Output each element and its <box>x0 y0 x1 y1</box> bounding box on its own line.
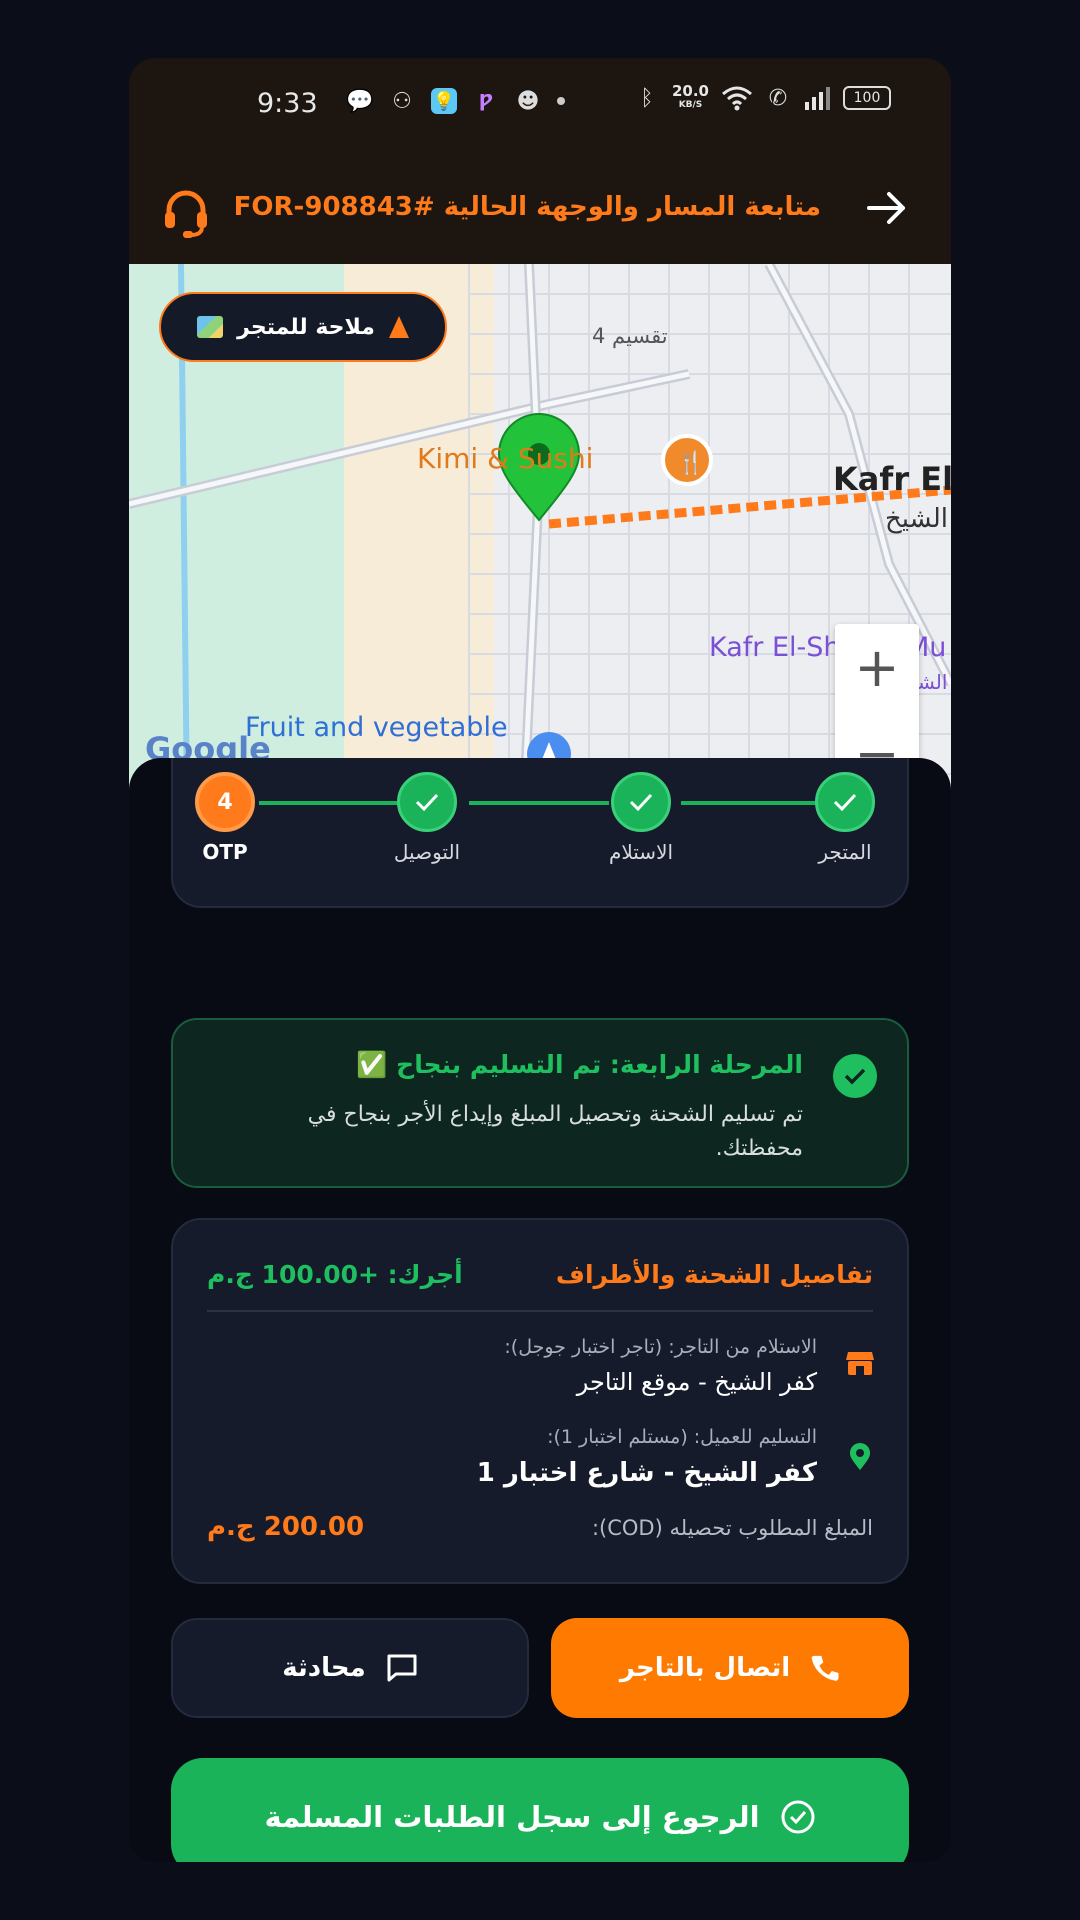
system-icons: ᛒ 20.0 KB/S ✆ 100 <box>634 84 891 112</box>
city-label-ar: الشيخ <box>885 504 948 534</box>
signal-icon <box>805 87 830 110</box>
battery-icon: 100 <box>843 86 891 110</box>
check-circle-outline-icon <box>781 1800 815 1834</box>
map-icon <box>197 316 224 338</box>
bluetooth-icon: ᛒ <box>640 85 654 111</box>
back-button-label: الرجوع إلى سجل الطلبات المسلمة <box>264 1800 760 1834</box>
network-speed: 20.0 KB/S <box>671 82 709 111</box>
pickup-label: الاستلام من التاجر: (تاجر اختبار جوجل): <box>504 1336 817 1358</box>
divider <box>207 1310 873 1312</box>
app-icon: Ƿ <box>478 90 494 112</box>
cod-amount: 200.00 ج.م <box>207 1512 365 1542</box>
success-message: تم تسليم الشحنة وتحصيل المبلغ وإيداع الأ… <box>307 1102 803 1161</box>
step-otp: 4 OTP <box>185 772 265 864</box>
headset-icon[interactable] <box>163 188 209 238</box>
check-icon <box>397 772 457 832</box>
location-pin-icon <box>850 1443 870 1470</box>
arrow-right-icon[interactable] <box>867 190 907 226</box>
phone-screen: 9:33 💬 ⚇ 💡 Ƿ ☻ ᛒ 20.0 KB/S ✆ 100 متابعة ا… <box>129 58 951 1862</box>
step-store: المتجر <box>785 772 905 864</box>
call-button-label: اتصال بالتاجر <box>619 1653 791 1683</box>
chat-bubble-icon: 💬 <box>346 88 374 114</box>
step-pickup: الاستلام <box>581 772 701 864</box>
page-title: متابعة المسار والوجهة الحالية #FOR-90884… <box>233 192 821 222</box>
navigation-arrow-icon <box>388 316 409 338</box>
success-title: المرحلة الرابعة: تم التسليم بنجاح ✅ <box>356 1050 803 1079</box>
chat-button[interactable]: محادثة <box>171 1618 529 1718</box>
face-icon: ☻ <box>516 88 540 114</box>
chat-button-label: محادثة <box>282 1653 366 1683</box>
details-title: تفاصيل الشحنة والأطراف <box>555 1260 873 1289</box>
network-icon: ⚇ <box>392 88 412 114</box>
dropoff-label: التسليم للعميل: (مستلم اختبار 1): <box>547 1426 817 1448</box>
city-label: Kafr El- <box>833 460 951 498</box>
pickup-address: كفر الشيخ - موقع التاجر <box>576 1368 817 1396</box>
svg-text:🍴: 🍴 <box>677 450 704 476</box>
app-bar: متابعة المسار والوجهة الحالية #FOR-90884… <box>129 150 951 264</box>
shipment-details-card: تفاصيل الشحنة والأطراف أجرك: +100.00 ج.م… <box>171 1218 909 1584</box>
back-to-delivered-orders-button[interactable]: الرجوع إلى سجل الطلبات المسلمة <box>171 1758 909 1862</box>
step-delivery: التوصيل <box>367 772 487 864</box>
notification-icons: 💬 ⚇ 💡 Ƿ ☻ <box>346 88 565 114</box>
wifi-icon <box>722 86 752 111</box>
phone-icon <box>811 1655 839 1681</box>
map-view[interactable]: 🍴 تقسيم 4 Kimi & Sushi Kafr El- الشيخ Ka… <box>129 264 951 804</box>
navigate-button-label: ملاحة للمتجر <box>237 314 375 340</box>
district-label: تقسيم 4 <box>592 324 668 348</box>
navigate-to-store-button[interactable]: ملاحة للمتجر <box>159 292 447 362</box>
status-bar: 9:33 💬 ⚇ 💡 Ƿ ☻ ᛒ 20.0 KB/S ✆ 100 <box>129 58 951 150</box>
earning-amount: أجرك: +100.00 ج.م <box>207 1260 463 1289</box>
bulb-app-icon: 💡 <box>431 88 457 114</box>
chat-icon <box>387 1654 417 1682</box>
cod-label: المبلغ المطلوب تحصيله (COD): <box>591 1516 873 1540</box>
store-icon <box>846 1352 874 1375</box>
market-label[interactable]: Fruit and vegetable <box>245 712 508 743</box>
progress-stepper: المتجر الاستلام التوصيل 4 OTP <box>171 758 909 908</box>
delivery-success-card: المرحلة الرابعة: تم التسليم بنجاح ✅ تم ت… <box>171 1018 909 1188</box>
more-dot-icon <box>557 97 565 105</box>
check-circle-icon <box>833 1054 877 1098</box>
dropoff-address: كفر الشيخ - شارع اختبار 1 <box>476 1458 817 1488</box>
call-merchant-button[interactable]: اتصال بالتاجر <box>551 1618 909 1718</box>
step-number: 4 <box>195 772 255 832</box>
zoom-in-button[interactable]: + <box>835 624 919 710</box>
check-icon <box>815 772 875 832</box>
bottom-sheet: المتجر الاستلام التوصيل 4 OTP المرحلة ال… <box>129 758 951 1862</box>
wifi-call-icon: ✆ <box>768 85 788 111</box>
restaurant-label[interactable]: Kimi & Sushi <box>417 442 593 475</box>
status-time: 9:33 <box>257 88 318 119</box>
check-icon <box>611 772 671 832</box>
